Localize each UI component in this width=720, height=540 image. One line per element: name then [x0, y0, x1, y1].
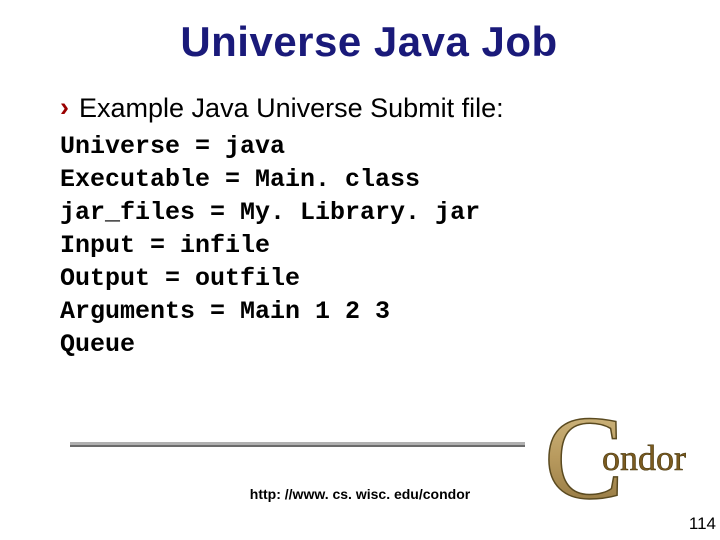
logo-text: ondor	[602, 438, 686, 478]
code-line: Queue	[60, 330, 135, 359]
submit-file-code: Universe = java Executable = Main. class…	[60, 130, 678, 361]
code-line: Executable = Main. class	[60, 165, 420, 194]
bullet-glyph-icon: ›	[60, 94, 69, 121]
code-line: Arguments = Main 1 2 3	[60, 297, 390, 326]
divider	[70, 442, 525, 447]
code-line: Output = outfile	[60, 264, 300, 293]
slide: Universe Java Job › Example Java Univers…	[0, 0, 720, 540]
bullet-text: Example Java Universe Submit file:	[79, 92, 504, 126]
condor-logo-icon: C ondor	[542, 390, 717, 530]
code-line: Input = infile	[60, 231, 270, 260]
code-line: Universe = java	[60, 132, 285, 161]
slide-title: Universe Java Job	[60, 18, 678, 66]
bullet-item: › Example Java Universe Submit file:	[60, 92, 678, 126]
code-line: jar_files = My. Library. jar	[60, 198, 480, 227]
